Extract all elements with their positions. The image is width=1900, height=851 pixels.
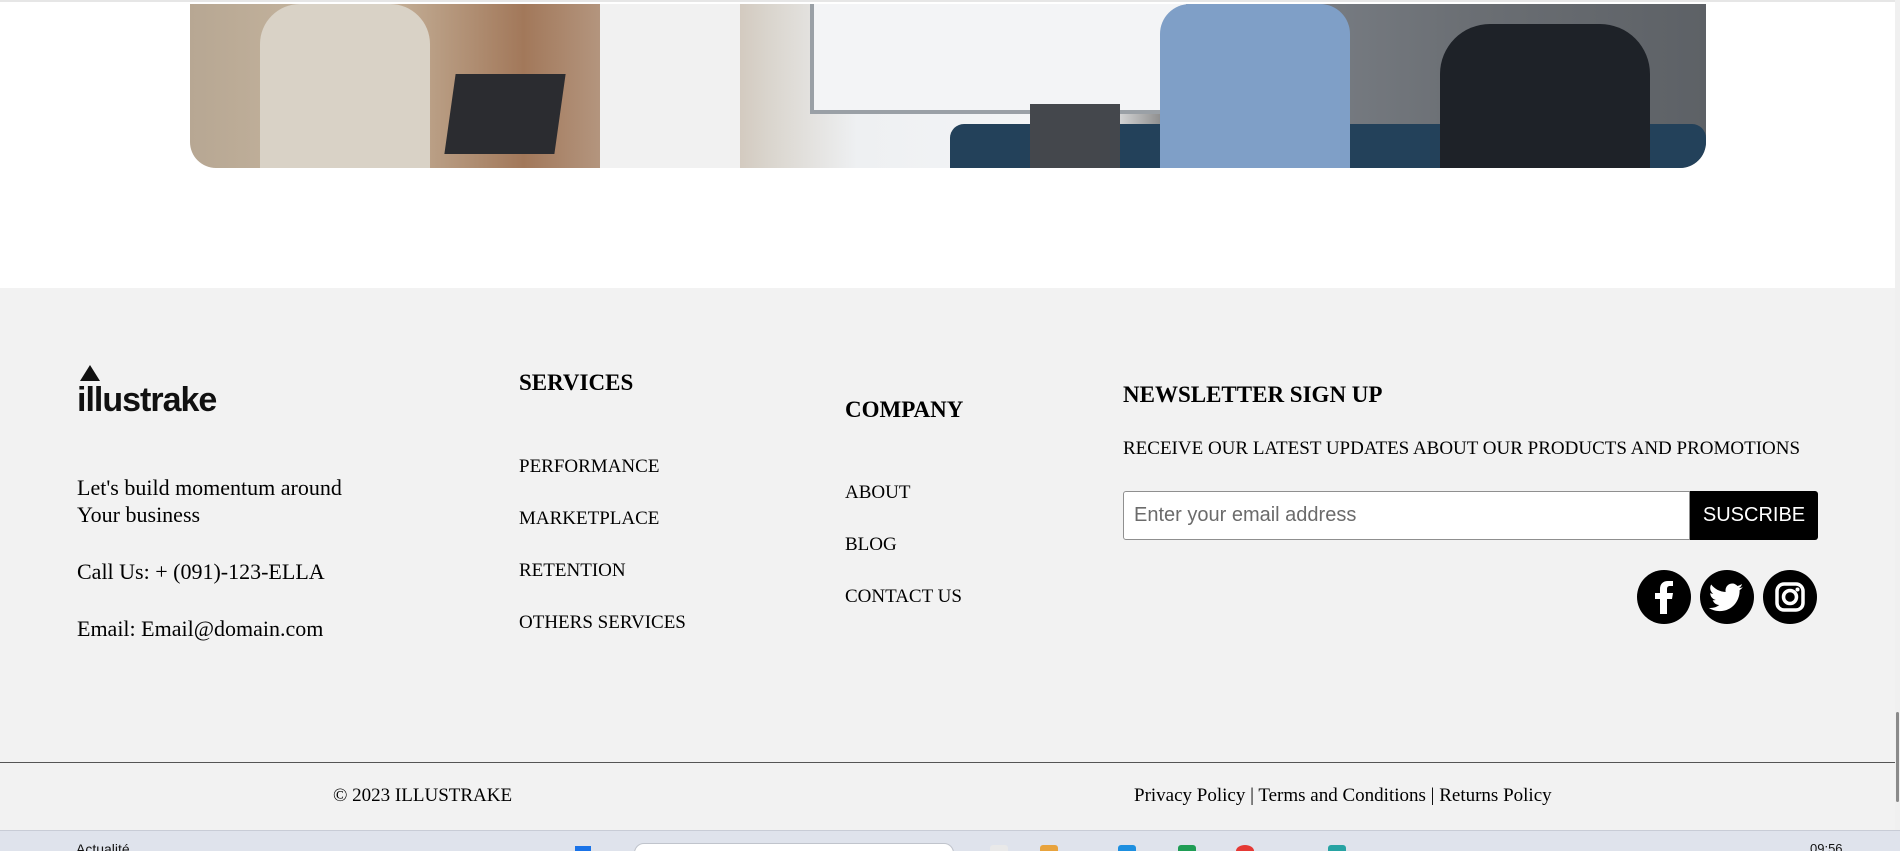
whiteboard-graphic <box>810 4 1190 114</box>
page-scrollbar[interactable] <box>1895 0 1900 830</box>
returns-policy-link[interactable]: Returns Policy <box>1439 785 1551 806</box>
scrollbar-thumb[interactable] <box>1896 712 1899 802</box>
tagline-line-1: Let's build momentum around <box>77 475 342 500</box>
phone-text: Call Us: + (091)-123-ELLA <box>77 559 325 584</box>
newsletter-email-input[interactable] <box>1123 491 1690 540</box>
footer-link-contact-us[interactable]: CONTACT US <box>845 586 962 608</box>
services-heading: SERVICES <box>519 370 634 395</box>
taskbar-app-icon[interactable] <box>1328 845 1346 851</box>
taskbar-app-icon[interactable] <box>1118 845 1136 851</box>
taskbar-search-box[interactable] <box>634 843 954 851</box>
taskbar-app-icon[interactable] <box>1178 845 1196 851</box>
logo-text: illustrake <box>77 381 217 419</box>
laptop-graphic <box>1030 104 1120 168</box>
footer-link-marketplace[interactable]: MARKETPLACE <box>519 508 659 530</box>
taskbar-app-icon[interactable] <box>1040 845 1058 851</box>
facebook-icon[interactable] <box>1637 570 1691 624</box>
brand-logo[interactable]: illustrake <box>77 363 227 419</box>
person-graphic <box>260 4 430 168</box>
footer-link-retention[interactable]: RETENTION <box>519 560 626 582</box>
policy-separator: | <box>1430 785 1435 806</box>
taskbar-clock: 09:56 <box>1810 841 1843 851</box>
newsletter-description: RECEIVE OUR LATEST UPDATES ABOUT OUR PRO… <box>1123 438 1801 459</box>
policy-links: Privacy Policy | Terms and Conditions | … <box>1134 785 1552 807</box>
subscribe-button[interactable]: SUSCRIBE <box>1690 491 1818 540</box>
hero-team-photo <box>190 4 1706 168</box>
person-graphic <box>1440 24 1650 168</box>
person-graphic <box>1160 4 1350 168</box>
terms-and-conditions-link[interactable]: Terms and Conditions <box>1258 785 1426 806</box>
email-text: Email: Email@domain.com <box>77 616 324 641</box>
footer-divider <box>0 762 1900 763</box>
os-taskbar: Actualité 09:56 <box>0 830 1900 851</box>
footer-link-blog[interactable]: BLOG <box>845 534 897 556</box>
newsletter-heading: NEWSLETTER SIGN UP <box>1123 382 1383 407</box>
tagline-line-2: Your business <box>77 502 201 527</box>
page-top-border <box>0 0 1900 2</box>
instagram-icon[interactable] <box>1763 570 1817 624</box>
copyright-text: © 2023 ILLUSTRAKE <box>333 785 513 806</box>
windows-start-icon[interactable] <box>575 846 591 851</box>
laptop-graphic <box>444 74 566 154</box>
twitter-icon[interactable] <box>1700 570 1754 624</box>
footer-link-others-services[interactable]: OTHERS SERVICES <box>519 612 686 634</box>
policy-separator: | <box>1250 785 1254 806</box>
taskbar-app-icon[interactable] <box>990 845 1008 851</box>
taskbar-chrome-icon[interactable] <box>1236 845 1254 851</box>
taskbar-news-widget[interactable]: Actualité <box>76 841 130 851</box>
footer-link-about[interactable]: ABOUT <box>845 482 910 504</box>
privacy-policy-link[interactable]: Privacy Policy <box>1134 785 1245 806</box>
logo-triangle-icon <box>80 365 100 381</box>
footer-link-performance[interactable]: PERFORMANCE <box>519 456 659 478</box>
company-heading: COMPANY <box>845 397 964 422</box>
person-graphic <box>600 4 740 168</box>
